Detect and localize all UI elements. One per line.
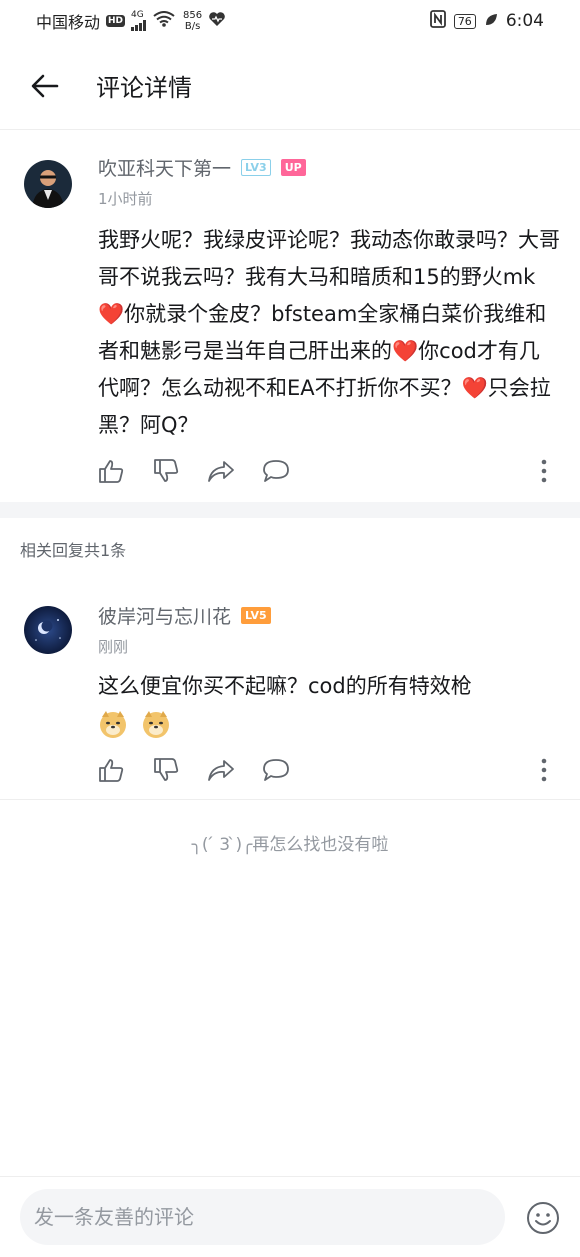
like-button[interactable] — [96, 755, 126, 785]
hd-badge: HD — [106, 15, 126, 27]
heart-emoji-icon: ❤️ — [98, 302, 125, 326]
dislike-icon — [154, 459, 179, 482]
more-button[interactable] — [534, 755, 554, 785]
network-speed: 856 B/s — [183, 10, 202, 32]
doge-emoji-icon — [100, 711, 126, 738]
comment-text[interactable]: 这么便宜你买不起嘛？cod的所有特效枪 — [98, 668, 560, 742]
back-button[interactable] — [20, 61, 70, 111]
user-row: 彼岸河与忘川花 LV5 — [98, 602, 271, 629]
comment-timestamp: 刚刚 — [98, 638, 129, 656]
network-type: 4G — [131, 10, 144, 20]
doge-emoji-icon — [142, 711, 169, 738]
like-icon — [99, 460, 124, 483]
comment-timestamp: 1小时前 — [98, 190, 153, 208]
emoji-icon — [527, 1202, 559, 1234]
status-bar: 中国移动 HD 4G 856 B/s 76 6:04 — [0, 0, 580, 42]
avatar[interactable] — [24, 606, 72, 654]
reply-icon — [263, 460, 289, 482]
reply-button[interactable] — [261, 755, 291, 785]
heart-emoji-icon: ❤️ — [461, 376, 488, 400]
share-button[interactable] — [206, 755, 236, 785]
user-row: 吹亚科天下第一 LV3 UP — [98, 154, 306, 181]
end-text: 再怎么找也没有啦 — [252, 835, 389, 855]
comment-text[interactable]: 我野火呢？我绿皮评论呢？我动态你敢录吗？大哥哥不说我云吗？我有大马和暗质和15的… — [98, 222, 560, 444]
more-button[interactable] — [534, 456, 554, 486]
more-icon — [541, 758, 547, 782]
like-button[interactable] — [96, 456, 126, 486]
level-badge: LV3 — [241, 159, 271, 176]
comment-input[interactable] — [20, 1189, 505, 1245]
like-icon — [99, 759, 124, 782]
share-icon — [208, 461, 234, 482]
section-divider — [0, 502, 580, 518]
heart-emoji-icon: ❤️ — [392, 339, 419, 363]
up-badge: UP — [280, 159, 306, 176]
dislike-button[interactable] — [151, 755, 181, 785]
carrier-name: 中国移动 — [36, 13, 101, 32]
level-badge: LV5 — [241, 607, 271, 624]
reply-button[interactable] — [261, 456, 291, 486]
reply-count-label: 相关回复共1条 — [20, 541, 127, 560]
dislike-icon — [154, 758, 179, 781]
back-arrow-icon — [31, 74, 59, 97]
app-header: 评论详情 — [0, 42, 580, 130]
leaf-icon — [484, 12, 498, 31]
end-of-list-message: ╮( ́ 3 ̀)╭再怎么找也没有啦 — [0, 830, 580, 855]
username[interactable]: 彼岸河与忘川花 — [98, 602, 231, 629]
comment-input-bar — [0, 1176, 580, 1257]
page-title: 评论详情 — [96, 74, 192, 102]
action-row — [96, 755, 554, 785]
speed-unit: B/s — [184, 21, 201, 32]
dislike-button[interactable] — [151, 456, 181, 486]
share-icon — [208, 760, 234, 781]
wifi-icon — [153, 11, 175, 31]
end-face: ╮( ́ 3 ̀)╭ — [191, 835, 253, 855]
battery-indicator: 76 — [453, 13, 476, 29]
speed-value: 856 — [183, 10, 203, 21]
reply-comment: 彼岸河与忘川花 LV5 刚刚 这么便宜你买不起嘛？cod的所有特效枪 — [0, 580, 580, 800]
comment-text-part: 我野火呢？我绿皮评论呢？我动态你敢录吗？大哥哥不说我云吗？我有大马和暗质和15的… — [98, 228, 560, 289]
nfc-icon — [429, 10, 446, 32]
avatar[interactable] — [24, 160, 72, 208]
clock: 6:04 — [505, 11, 544, 31]
main-comment: 吹亚科天下第一 LV3 UP 1小时前 我野火呢？我绿皮评论呢？我动态你敢录吗？… — [0, 130, 580, 502]
share-button[interactable] — [206, 456, 236, 486]
username[interactable]: 吹亚科天下第一 — [98, 154, 231, 181]
more-icon — [541, 459, 547, 483]
reply-text: 这么便宜你买不起嘛？cod的所有特效枪 — [98, 674, 472, 698]
heart-health-icon — [208, 11, 226, 31]
reply-icon — [263, 759, 289, 781]
emoji-button[interactable] — [526, 1201, 560, 1235]
signal-icon: 4G — [131, 11, 147, 31]
action-row — [96, 456, 554, 486]
